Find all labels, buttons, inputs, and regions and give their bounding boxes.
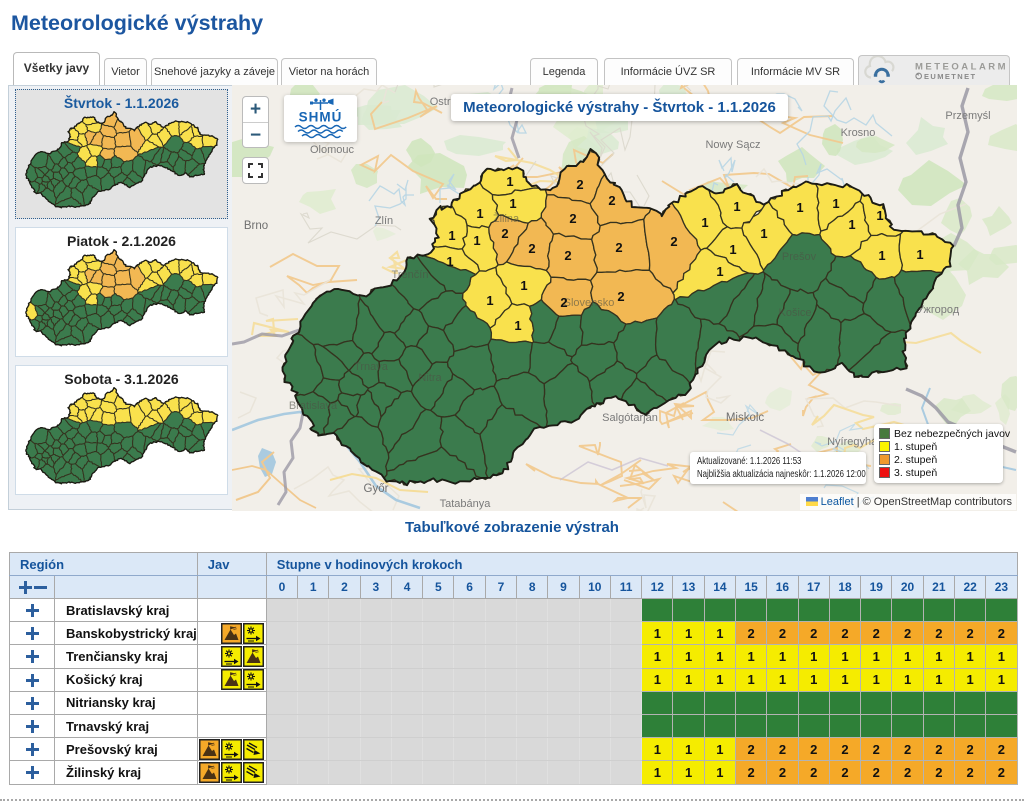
svg-text:Ужгород: Ужгород: [917, 304, 960, 316]
svg-text:1: 1: [446, 254, 453, 269]
svg-text:Tatabánya: Tatabánya: [440, 498, 492, 510]
svg-text:1: 1: [733, 199, 740, 214]
svg-text:1: 1: [448, 228, 455, 243]
svg-text:Nowy Sącz: Nowy Sącz: [705, 139, 760, 151]
svg-text:Prešov: Prešov: [782, 251, 817, 263]
svg-text:1: 1: [473, 233, 480, 248]
svg-text:1: 1: [729, 242, 736, 257]
svg-text:2: 2: [617, 289, 624, 304]
svg-text:2: 2: [670, 234, 677, 249]
svg-text:2: 2: [569, 211, 576, 226]
svg-text:1: 1: [878, 248, 885, 263]
svg-text:2: 2: [615, 240, 622, 255]
svg-text:1: 1: [716, 264, 723, 279]
svg-text:2: 2: [576, 177, 583, 192]
svg-text:EUMETNET: EUMETNET: [924, 72, 976, 81]
svg-text:SHMÚ: SHMÚ: [299, 110, 343, 125]
svg-text:Miskolc: Miskolc: [726, 412, 765, 424]
svg-text:1: 1: [514, 318, 521, 333]
svg-text:2: 2: [608, 193, 615, 208]
svg-text:1: 1: [916, 247, 923, 262]
svg-text:Trnava: Trnava: [354, 361, 389, 373]
svg-text:1: 1: [701, 215, 708, 230]
svg-text:Slovensko: Slovensko: [564, 297, 615, 309]
svg-text:Győr: Győr: [364, 483, 389, 495]
svg-text:1: 1: [832, 196, 839, 211]
svg-text:1: 1: [476, 206, 483, 221]
svg-text:Košice: Košice: [778, 307, 811, 319]
svg-text:Trenčín: Trenčín: [392, 269, 429, 281]
svg-text:1: 1: [506, 174, 513, 189]
svg-text:Zlín: Zlín: [375, 215, 393, 227]
svg-text:Przemyśl: Przemyśl: [945, 110, 990, 122]
svg-text:2: 2: [560, 295, 567, 310]
svg-text:2: 2: [528, 241, 535, 256]
svg-text:Salgótarján: Salgótarján: [602, 412, 658, 424]
svg-text:1: 1: [486, 293, 493, 308]
svg-text:Krosno: Krosno: [841, 127, 876, 139]
svg-text:Bratislava: Bratislava: [289, 400, 338, 412]
svg-text:2: 2: [501, 226, 508, 241]
svg-text:1: 1: [796, 200, 803, 215]
svg-text:Žilina: Žilina: [493, 212, 520, 225]
svg-text:Brno: Brno: [244, 220, 268, 232]
svg-text:1: 1: [520, 278, 527, 293]
svg-text:METEOALARM: METEOALARM: [915, 62, 1008, 73]
svg-text:1: 1: [848, 217, 855, 232]
svg-text:1: 1: [876, 208, 883, 223]
svg-text:Olomouc: Olomouc: [310, 144, 355, 156]
svg-text:1: 1: [760, 226, 767, 241]
svg-text:1: 1: [509, 196, 516, 211]
svg-text:2: 2: [564, 248, 571, 263]
svg-text:Nitra: Nitra: [418, 372, 442, 384]
